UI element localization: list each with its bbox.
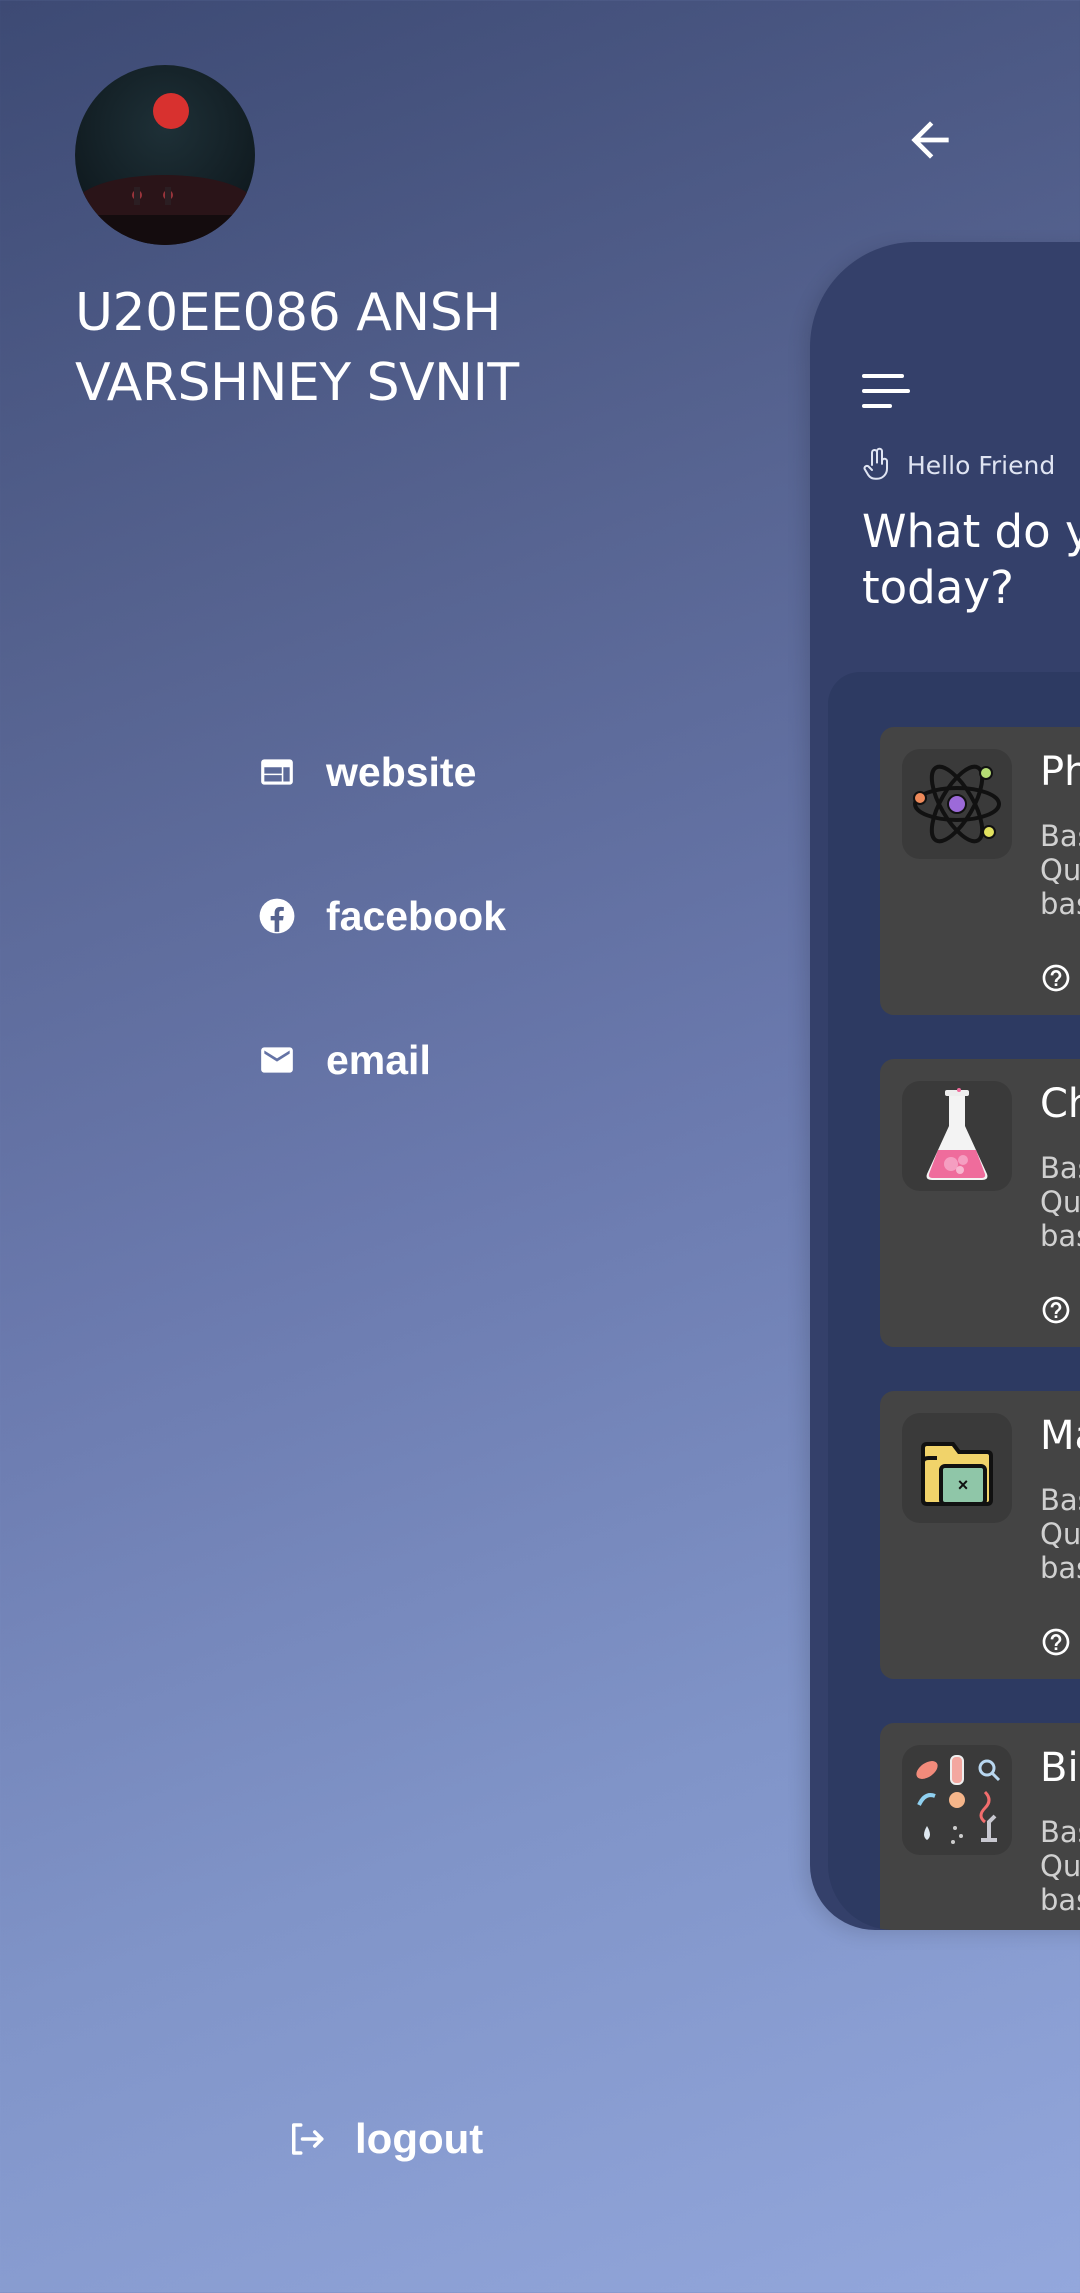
avatar bbox=[75, 65, 255, 245]
desc-line: Qu bbox=[1040, 1849, 1080, 1883]
help-icon[interactable] bbox=[1040, 1294, 1072, 1326]
logout-icon bbox=[285, 2118, 327, 2160]
desc-line: Qu bbox=[1040, 1185, 1080, 1219]
back-arrow-button[interactable] bbox=[902, 112, 958, 168]
subject-card[interactable]: Ch Bas Qu bas bbox=[880, 1059, 1080, 1347]
subject-description: Bas Qu bas bbox=[1040, 1151, 1080, 1253]
subject-description: Bas Qu bas bbox=[1040, 1483, 1080, 1585]
atom-icon bbox=[902, 749, 1012, 859]
desc-line: bas bbox=[1040, 1551, 1080, 1585]
desc-line: Bas bbox=[1040, 1151, 1080, 1185]
desc-line: Bas bbox=[1040, 1483, 1080, 1517]
logout-label: logout bbox=[355, 2115, 484, 2162]
desc-line: Qu bbox=[1040, 1517, 1080, 1551]
svg-text:×: × bbox=[958, 1475, 969, 1495]
menu-item-website[interactable]: website bbox=[258, 700, 506, 844]
main-panel: Hello Friend What do y today? Ph Bas bbox=[810, 242, 1080, 1930]
logout-button[interactable]: logout bbox=[285, 2115, 483, 2163]
subject-title: Bio bbox=[1040, 1745, 1080, 1791]
desc-line: bas bbox=[1040, 1219, 1080, 1253]
desc-line: bas bbox=[1040, 1883, 1080, 1917]
subject-card[interactable]: Ph Bas Qu bas bbox=[880, 727, 1080, 1015]
subject-description: Bas Qu bas bbox=[1040, 819, 1080, 921]
subject-list: Ph Bas Qu bas bbox=[828, 672, 1080, 1930]
subject-description: Bas Qu bas bbox=[1040, 1815, 1080, 1917]
desc-line: Bas bbox=[1040, 1815, 1080, 1849]
menu-item-email[interactable]: email bbox=[258, 988, 506, 1132]
hand-wave-icon bbox=[862, 447, 892, 483]
page-title-line2: today? bbox=[862, 561, 1014, 614]
greeting-text: Hello Friend bbox=[907, 450, 1056, 480]
subject-title: Ma bbox=[1040, 1413, 1080, 1459]
subject-card[interactable]: × Ma Bas Qu bas bbox=[880, 1391, 1080, 1679]
biology-icon bbox=[902, 1745, 1012, 1855]
arrow-left-icon bbox=[911, 121, 949, 159]
page-title-line1: What do y bbox=[862, 505, 1080, 558]
subject-card[interactable]: Bio Bas Qu bas bbox=[880, 1723, 1080, 1930]
menu-item-label: email bbox=[326, 1036, 431, 1083]
help-icon[interactable] bbox=[1040, 1626, 1072, 1658]
desc-line: Bas bbox=[1040, 819, 1080, 853]
folder-icon: × bbox=[902, 1413, 1012, 1523]
menu-item-label: facebook bbox=[326, 892, 506, 939]
page-title: What do y today? bbox=[862, 504, 1080, 616]
profile-name: U20EE086 ANSH VARSHNEY SVNIT bbox=[75, 283, 519, 413]
email-icon bbox=[258, 1041, 296, 1079]
flask-icon bbox=[902, 1081, 1012, 1191]
menu-item-label: website bbox=[326, 748, 477, 795]
desc-line: Qu bbox=[1040, 853, 1080, 887]
subject-title: Ph bbox=[1040, 749, 1080, 795]
facebook-icon bbox=[258, 897, 296, 935]
greeting-row: Hello Friend bbox=[862, 447, 1055, 483]
menu-icon[interactable] bbox=[862, 372, 912, 410]
web-icon bbox=[258, 753, 296, 791]
subject-title: Ch bbox=[1040, 1081, 1080, 1127]
menu-item-facebook[interactable]: facebook bbox=[258, 844, 506, 988]
help-icon[interactable] bbox=[1040, 962, 1072, 994]
desc-line: bas bbox=[1040, 887, 1080, 921]
drawer-menu: website facebook email bbox=[258, 700, 506, 1132]
